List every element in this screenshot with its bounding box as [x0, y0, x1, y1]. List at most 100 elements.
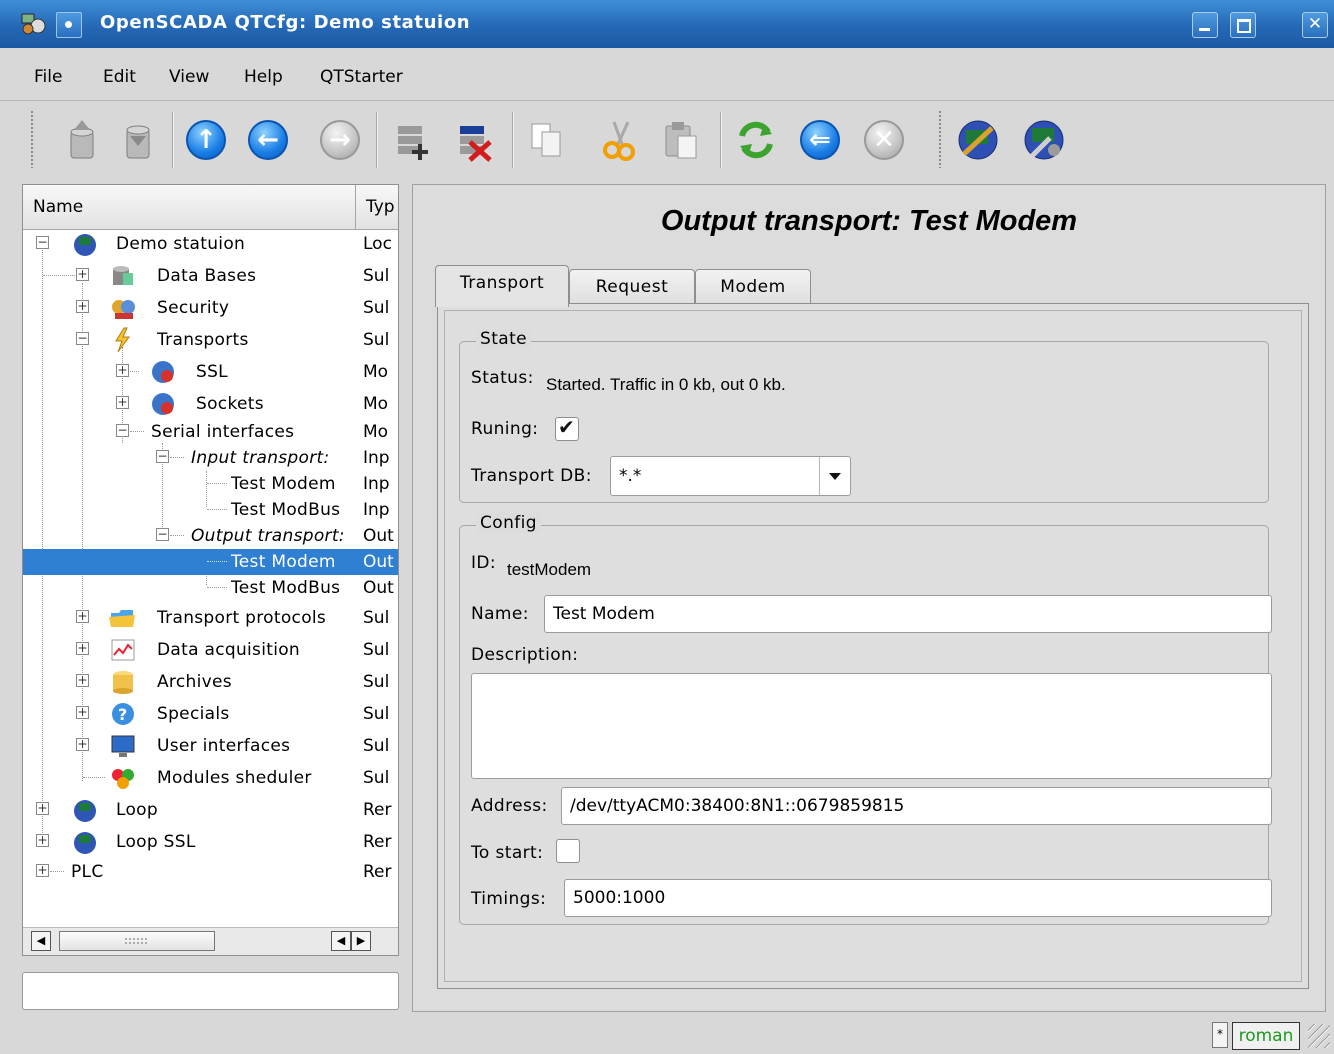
- db-load-button[interactable]: [58, 116, 106, 164]
- collapse-icon[interactable]: −: [36, 236, 49, 249]
- tree-row[interactable]: Test Modem Inp: [23, 471, 398, 497]
- tree-row[interactable]: + SSL Mo: [23, 359, 398, 385]
- close-button[interactable]: ✕: [1302, 12, 1328, 38]
- maximize-button[interactable]: [1230, 12, 1256, 38]
- tree-row[interactable]: + Loop SSL Rer: [23, 829, 398, 855]
- column-divider[interactable]: [355, 185, 356, 229]
- station-cfg-button[interactable]: [954, 116, 1002, 164]
- collapse-icon[interactable]: −: [116, 424, 129, 437]
- tree-row[interactable]: + Sockets Mo: [23, 391, 398, 417]
- svg-text:?: ?: [118, 705, 127, 724]
- back-button[interactable]: ←: [244, 116, 292, 164]
- address-label: Address:: [471, 796, 548, 816]
- expand-icon[interactable]: +: [36, 802, 49, 815]
- window-menu-button[interactable]: [56, 12, 82, 38]
- transport-db-select[interactable]: *.*: [610, 456, 851, 496]
- paste-icon: [665, 122, 697, 159]
- running-checkbox[interactable]: [555, 415, 579, 441]
- toolbar-separator: [172, 112, 173, 168]
- expand-icon[interactable]: +: [116, 396, 129, 409]
- tree-row[interactable]: − Serial interfaces Mo: [23, 419, 398, 445]
- tree-row[interactable]: − Demo statuion Loc: [23, 231, 398, 257]
- cut-button[interactable]: [594, 116, 642, 164]
- tree-row-selected[interactable]: Test Modem Out: [23, 549, 398, 575]
- tree-row[interactable]: + Archives Sul: [23, 669, 398, 695]
- name-label: Name:: [471, 604, 529, 624]
- item-delete-button[interactable]: [450, 116, 498, 164]
- toolbar-grip[interactable]: [30, 110, 35, 168]
- tree-row[interactable]: + PLC Rer: [23, 859, 398, 885]
- copy-button[interactable]: [524, 116, 572, 164]
- name-field[interactable]: Test Modem: [544, 595, 1272, 633]
- description-field[interactable]: [471, 673, 1272, 779]
- expand-icon[interactable]: +: [76, 642, 89, 655]
- resize-grip-icon[interactable]: [1308, 1024, 1330, 1048]
- toolbar-separator: [720, 112, 721, 168]
- timings-field[interactable]: 5000:1000: [564, 879, 1272, 917]
- expand-icon[interactable]: +: [76, 674, 89, 687]
- tree-row[interactable]: + Data Bases Sul: [23, 263, 398, 289]
- item-add-button[interactable]: [388, 116, 436, 164]
- tree-horizontal-scrollbar[interactable]: ◀ ◀ ▶: [23, 927, 398, 955]
- column-type-header[interactable]: Typ: [366, 197, 395, 217]
- transport-db-label: Transport DB:: [471, 466, 592, 486]
- paste-button[interactable]: [658, 116, 706, 164]
- forward-button[interactable]: →: [316, 116, 364, 164]
- expand-icon[interactable]: +: [76, 706, 89, 719]
- station-run-button[interactable]: [1020, 116, 1068, 164]
- menu-edit[interactable]: Edit: [103, 67, 136, 87]
- expand-icon[interactable]: +: [76, 738, 89, 751]
- collapse-icon[interactable]: −: [156, 528, 169, 541]
- to-start-checkbox[interactable]: [556, 839, 580, 863]
- scroll-left-icon[interactable]: ◀: [331, 931, 351, 951]
- item-add-icon: [398, 126, 428, 160]
- tree-row[interactable]: + Loop Rer: [23, 797, 398, 823]
- scroll-right-icon[interactable]: ▶: [351, 931, 371, 951]
- previous-button[interactable]: ⇐: [796, 116, 844, 164]
- menu-qtstarter[interactable]: QTStarter: [320, 67, 403, 87]
- window-title: OpenSCADA QTCfg: Demo statuion: [100, 12, 471, 33]
- expand-icon[interactable]: +: [76, 610, 89, 623]
- stop-button[interactable]: ✕: [860, 116, 908, 164]
- expand-icon[interactable]: +: [36, 864, 49, 877]
- tree-row[interactable]: + Transport protocols Sul: [23, 605, 398, 631]
- title-bar[interactable]: OpenSCADA QTCfg: Demo statuion ✕: [0, 0, 1334, 48]
- ssl-module-icon: [152, 361, 174, 383]
- up-button[interactable]: ↑: [182, 116, 230, 164]
- tab-request[interactable]: Request: [569, 269, 695, 305]
- expand-icon[interactable]: +: [36, 834, 49, 847]
- id-value: testModem: [507, 560, 592, 579]
- collapse-icon[interactable]: −: [156, 450, 169, 463]
- tree-row[interactable]: − Output transport: Out: [23, 523, 398, 549]
- expand-icon[interactable]: +: [76, 300, 89, 313]
- menu-view[interactable]: View: [169, 67, 209, 87]
- tree-row[interactable]: Modules sheduler Sul: [23, 765, 398, 791]
- tree-row[interactable]: Test ModBus Inp: [23, 497, 398, 523]
- tree-row[interactable]: Test ModBus Out: [23, 575, 398, 601]
- scroll-left-icon[interactable]: ◀: [31, 931, 51, 951]
- menu-help[interactable]: Help: [244, 67, 283, 87]
- chevron-down-icon[interactable]: [819, 457, 850, 495]
- tree-row[interactable]: + Data acquisition Sul: [23, 637, 398, 663]
- chart-icon: [111, 639, 135, 661]
- refresh-button[interactable]: [732, 116, 780, 164]
- tree-row[interactable]: − Input transport: Inp: [23, 445, 398, 471]
- db-save-button[interactable]: [114, 116, 162, 164]
- toolbar-grip[interactable]: [938, 110, 943, 168]
- expand-icon[interactable]: +: [76, 268, 89, 281]
- address-field[interactable]: /dev/ttyACM0:38400:8N1::0679859815: [561, 787, 1272, 825]
- collapse-icon[interactable]: −: [76, 332, 89, 345]
- tree-row[interactable]: + Security Sul: [23, 295, 398, 321]
- menu-file[interactable]: File: [34, 67, 62, 87]
- tree-row[interactable]: + ? Specials Sul: [23, 701, 398, 727]
- column-name-header[interactable]: Name: [33, 197, 83, 217]
- scrollbar-thumb[interactable]: [59, 931, 215, 951]
- user-label[interactable]: roman: [1232, 1022, 1300, 1050]
- expand-icon[interactable]: +: [116, 364, 129, 377]
- tab-modem[interactable]: Modem: [695, 269, 811, 305]
- tab-transport[interactable]: Transport: [435, 265, 569, 307]
- navigation-tree[interactable]: Name Typ − Demo statuion Loc + Data Base…: [22, 184, 399, 956]
- tree-row[interactable]: − Transports Sul: [23, 327, 398, 353]
- minimize-button[interactable]: [1192, 12, 1218, 38]
- tree-row[interactable]: + User interfaces Sul: [23, 733, 398, 759]
